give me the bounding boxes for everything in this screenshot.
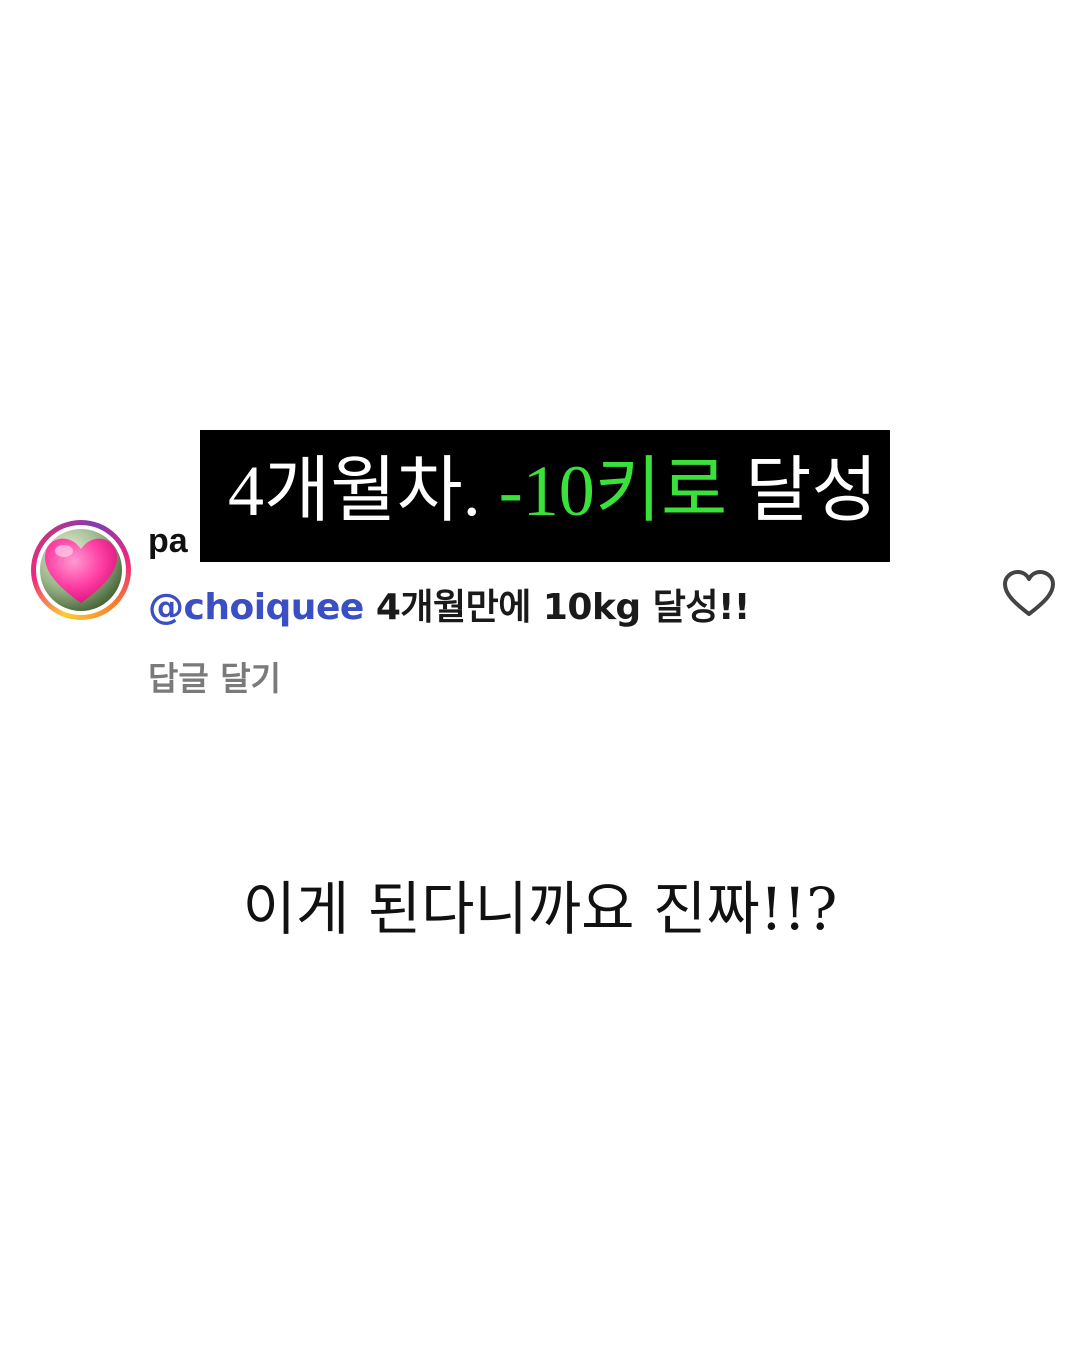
avatar[interactable]	[36, 525, 126, 615]
comment-body: @choiquee 4개월만에 10kg 달성!!	[148, 578, 750, 630]
banner-text: 4개월차. -10키로 달성	[228, 451, 878, 531]
caption-text: 이게 된다니까요 진짜!!?	[242, 875, 838, 943]
avatar-story-ring[interactable]	[31, 520, 131, 620]
reply-button[interactable]: 답글 달기	[148, 652, 281, 700]
comment-username[interactable]: pa	[148, 522, 188, 561]
mention-link[interactable]: @choiquee	[148, 587, 364, 628]
banner-text-accent: -10키로	[498, 451, 728, 531]
banner-text-prefix: 4개월차.	[228, 451, 499, 531]
heart-outline-icon[interactable]	[1002, 570, 1056, 618]
banner-text-suffix: 달성	[727, 451, 878, 531]
overlay-banner: 4개월차. -10키로 달성	[200, 430, 890, 562]
heart-emoji-icon	[45, 538, 117, 603]
avatar-photo	[40, 529, 122, 611]
comment-message: 4개월만에 10kg 달성!!	[363, 587, 750, 628]
